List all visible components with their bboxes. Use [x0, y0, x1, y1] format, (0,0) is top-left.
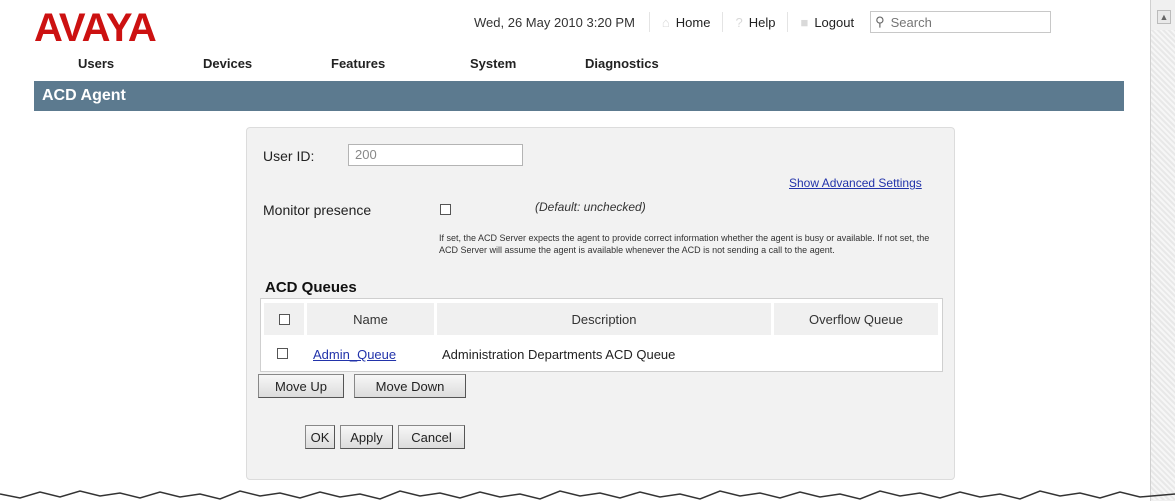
search-icon: ⚲: [875, 14, 885, 29]
monitor-presence-checkbox[interactable]: [440, 204, 451, 215]
nav-system[interactable]: System: [470, 56, 516, 71]
user-id-field[interactable]: 200: [348, 144, 523, 166]
select-all-checkbox[interactable]: [278, 313, 290, 325]
move-up-button[interactable]: Move Up: [258, 374, 344, 398]
date-time: Wed, 26 May 2010 3:20 PM: [474, 14, 635, 30]
scroll-up-icon[interactable]: ▲: [1157, 10, 1171, 24]
logout-label: Logout: [814, 14, 855, 30]
select-all-header: [264, 303, 304, 335]
column-header-overflow[interactable]: Overflow Queue: [774, 303, 938, 335]
search-input[interactable]: [888, 13, 1033, 31]
home-link[interactable]: ⌂ Home: [648, 12, 723, 32]
help-link[interactable]: ? Help: [722, 12, 787, 32]
user-id-label: User ID:: [263, 148, 315, 164]
queue-description: Administration Departments ACD Queue: [442, 347, 676, 362]
nav-users[interactable]: Users: [78, 56, 114, 71]
cancel-button[interactable]: Cancel: [398, 425, 465, 449]
acd-queues-heading: ACD Queues: [265, 279, 357, 296]
nav-diagnostics[interactable]: Diagnostics: [585, 56, 659, 71]
vertical-scrollbar[interactable]: ▲: [1150, 0, 1175, 501]
monitor-presence-default: (Default: unchecked): [535, 200, 646, 214]
home-label: Home: [675, 14, 711, 30]
help-icon: ?: [735, 14, 743, 30]
nav-devices[interactable]: Devices: [203, 56, 252, 71]
row-checkbox[interactable]: [277, 348, 288, 359]
monitor-presence-help: If set, the ACD Server expects the agent…: [439, 233, 930, 255]
monitor-presence-label: Monitor presence: [263, 202, 372, 218]
home-icon: ⌂: [661, 14, 670, 30]
avaya-logo: AVAYA: [34, 6, 157, 50]
column-header-description[interactable]: Description: [437, 303, 771, 335]
column-header-name[interactable]: Name: [307, 303, 434, 335]
ok-button[interactable]: OK: [305, 425, 335, 449]
search-box[interactable]: ⚲: [870, 11, 1052, 33]
queue-name-link[interactable]: Admin_Queue: [313, 347, 396, 362]
nav-features[interactable]: Features: [331, 56, 385, 71]
move-down-button[interactable]: Move Down: [354, 374, 466, 398]
top-bar: Wed, 26 May 2010 3:20 PM ⌂ Home ? Help ■…: [474, 8, 1122, 36]
scroll-track[interactable]: [1151, 30, 1175, 500]
apply-button[interactable]: Apply: [340, 425, 393, 449]
lock-icon: ■: [800, 14, 809, 30]
logout-link[interactable]: ■ Logout: [787, 12, 866, 32]
help-label: Help: [748, 14, 776, 30]
page-title: ACD Agent: [34, 81, 1124, 111]
show-advanced-settings-link[interactable]: Show Advanced Settings: [789, 176, 922, 190]
torn-edge: [0, 490, 1175, 500]
